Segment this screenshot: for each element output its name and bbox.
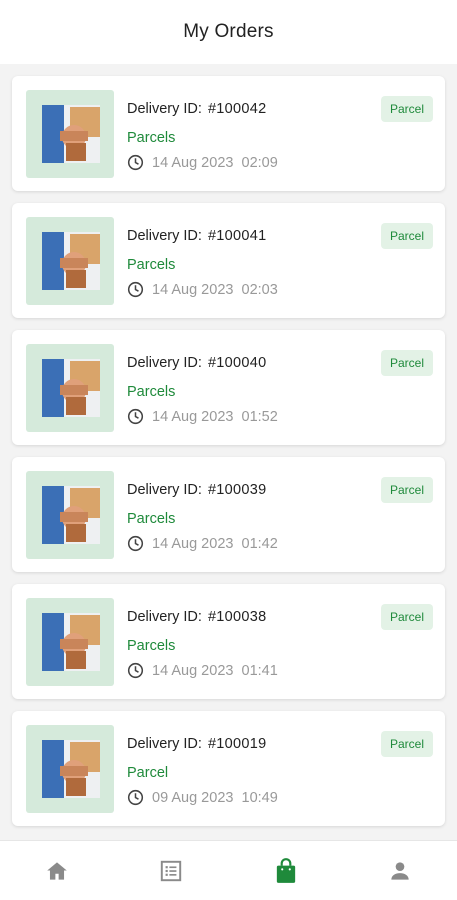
delivery-id: Delivery ID: #100019 [127,736,267,752]
order-datetime: 09 Aug 2023 10:49 [127,789,278,806]
order-thumbnail [26,344,114,432]
clock-icon [127,154,144,171]
order-datetime: 14 Aug 2023 01:42 [127,535,278,552]
type-badge: Parcel [380,731,433,757]
order-category: Parcels [127,384,176,400]
delivery-id: Delivery ID: #100039 [127,482,267,498]
type-badge: Parcel [380,604,433,630]
order-thumbnail [26,217,114,305]
order-datetime: 14 Aug 2023 02:03 [127,281,278,298]
delivery-id: Delivery ID: #100038 [127,609,267,625]
nav-profile[interactable] [370,846,430,896]
person-icon [391,861,409,880]
order-thumbnail [26,598,114,686]
order-card[interactable]: Delivery ID: #100038 Parcels 14 Aug 2023 … [12,584,445,699]
clock-icon [127,408,144,425]
order-datetime: 14 Aug 2023 01:52 [127,408,278,425]
clock-icon [127,535,144,552]
type-badge: Parcel [380,350,433,376]
app-header: My Orders [0,0,457,64]
order-card[interactable]: Delivery ID: #100041 Parcels 14 Aug 2023 … [12,203,445,318]
order-card[interactable]: Delivery ID: #100019 Parcel 09 Aug 2023 1… [12,711,445,826]
type-badge: Parcel [380,223,433,249]
nav-list[interactable] [141,846,201,896]
order-category: Parcels [127,130,176,146]
orders-list[interactable]: Delivery ID: #100042 Parcels 14 Aug 2023 … [0,64,457,840]
delivery-id: Delivery ID: #100041 [127,228,267,244]
shopping-bag-icon [276,857,295,883]
order-category: Parcels [127,257,176,273]
type-badge: Parcel [380,96,433,122]
delivery-id: Delivery ID: #100042 [127,101,267,117]
order-category: Parcels [127,638,176,654]
page-title: My Orders [183,21,274,42]
order-card[interactable]: Delivery ID: #100042 Parcels 14 Aug 2023 … [12,76,445,191]
order-card[interactable]: Delivery ID: #100040 Parcels 14 Aug 2023 … [12,330,445,445]
home-icon [47,861,67,880]
order-thumbnail [26,725,114,813]
bottom-nav [0,840,457,900]
order-datetime: 14 Aug 2023 01:41 [127,662,278,679]
nav-home[interactable] [27,846,87,896]
order-category: Parcels [127,511,176,527]
order-thumbnail [26,471,114,559]
order-category: Parcel [127,765,169,781]
list-icon [161,860,182,881]
clock-icon [127,281,144,298]
order-datetime: 14 Aug 2023 02:09 [127,154,278,171]
order-card[interactable]: Delivery ID: #100039 Parcels 14 Aug 2023 … [12,457,445,572]
clock-icon [127,662,144,679]
nav-orders[interactable] [256,846,316,896]
order-thumbnail [26,90,114,178]
type-badge: Parcel [380,477,433,503]
clock-icon [127,789,144,806]
delivery-id: Delivery ID: #100040 [127,355,267,371]
